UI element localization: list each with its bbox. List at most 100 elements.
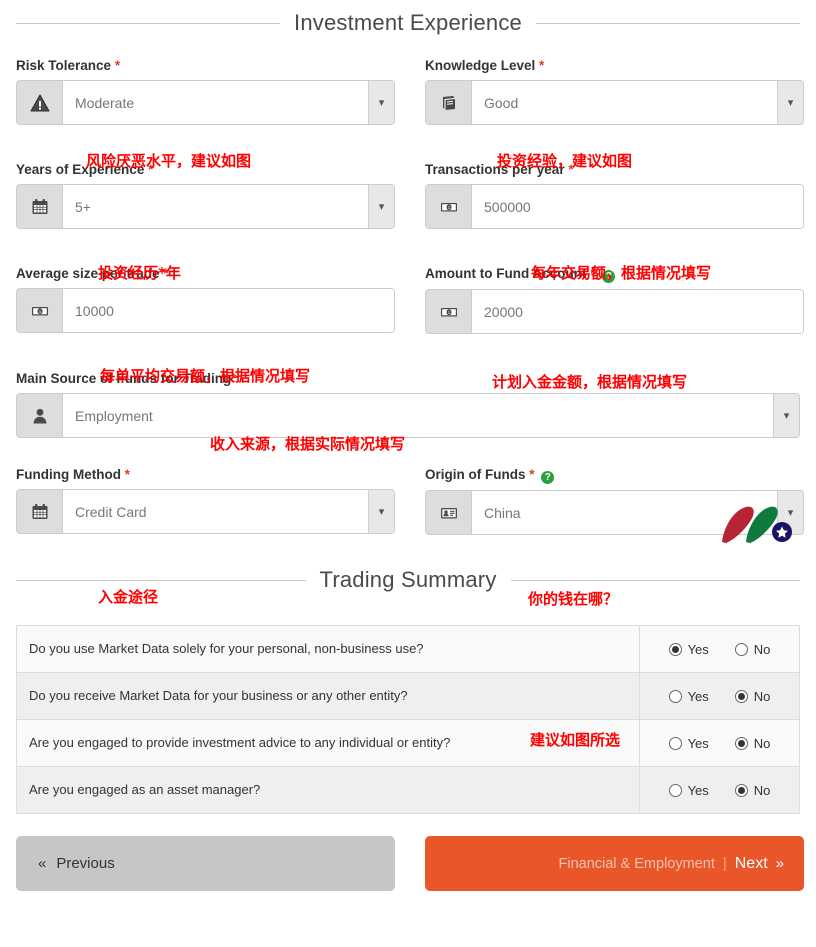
investment-experience-form-page: Investment Experience Risk Tolerance * M… bbox=[0, 10, 816, 947]
label-average-size-per-trade: Average size per trade * bbox=[16, 266, 395, 282]
field-years-of-experience: Years of Experience * 5+ ▾ bbox=[16, 162, 395, 229]
required-marker: * bbox=[539, 58, 545, 73]
label-text-risk-tolerance: Risk Tolerance bbox=[16, 58, 112, 73]
radio-no-label: No bbox=[753, 641, 771, 657]
chevron-left-icon: « bbox=[38, 855, 47, 872]
help-icon[interactable]: ? bbox=[602, 270, 616, 283]
average-size-per-trade-value[interactable]: 10000 bbox=[63, 289, 394, 332]
origin-of-funds-select[interactable]: China ▾ bbox=[425, 490, 804, 535]
label-main-source-of-funds: Main Source of Funds for Trading* bbox=[16, 371, 800, 387]
section-header-trading-summary: Trading Summary bbox=[0, 567, 816, 593]
main-source-of-funds-value[interactable]: Employment bbox=[63, 394, 773, 437]
answer-cell: Yes No bbox=[639, 719, 800, 767]
label-text-main-source-of-funds: Main Source of Funds for Trading bbox=[16, 371, 232, 386]
label-text-knowledge-level: Knowledge Level bbox=[425, 58, 536, 73]
years-of-experience-value[interactable]: 5+ bbox=[63, 185, 368, 228]
form-area: Risk Tolerance * Moderate ▾ Knowledge Le… bbox=[0, 58, 816, 535]
transactions-per-year-value[interactable]: 500000 bbox=[472, 185, 803, 228]
years-of-experience-select[interactable]: 5+ ▾ bbox=[16, 184, 395, 229]
chevron-down-icon[interactable]: ▾ bbox=[368, 81, 394, 124]
required-marker: * bbox=[529, 467, 535, 482]
radio-yes-indicator[interactable] bbox=[668, 642, 682, 656]
label-risk-tolerance: Risk Tolerance * bbox=[16, 58, 395, 74]
header-rule-left bbox=[16, 579, 306, 581]
risk-tolerance-value[interactable]: Moderate bbox=[63, 81, 368, 124]
next-button-separator: | bbox=[722, 855, 727, 872]
radio-option-no[interactable]: No bbox=[734, 689, 770, 704]
knowledge-level-value[interactable]: Good bbox=[472, 81, 777, 124]
radio-option-yes[interactable]: Yes bbox=[668, 736, 709, 751]
average-size-per-trade-input[interactable]: 1 10000 bbox=[16, 288, 395, 333]
radio-no-label: No bbox=[753, 735, 771, 751]
risk-tolerance-select[interactable]: Moderate ▾ bbox=[16, 80, 395, 125]
chevron-down-icon[interactable]: ▾ bbox=[777, 81, 803, 124]
required-marker: * bbox=[163, 266, 169, 281]
radio-option-no[interactable]: No bbox=[734, 735, 771, 751]
previous-button[interactable]: « Previous bbox=[16, 836, 395, 891]
label-text-funding-method: Funding Method bbox=[16, 467, 121, 482]
next-button-label: Next bbox=[734, 854, 768, 872]
radio-yes-indicator[interactable] bbox=[668, 783, 682, 797]
label-amount-to-fund-account: Amount to Fund Account * ? bbox=[425, 266, 804, 283]
required-marker: * bbox=[231, 371, 237, 386]
radio-option-yes[interactable]: Yes bbox=[668, 782, 709, 798]
chevron-down-icon[interactable]: ▾ bbox=[368, 185, 394, 228]
help-icon[interactable]: ? bbox=[541, 471, 555, 484]
label-text-origin-of-funds: Origin of Funds bbox=[425, 467, 526, 482]
question-text: Are you engaged as an asset manager? bbox=[29, 782, 261, 797]
question-cell: Are you engaged as an asset manager? bbox=[16, 766, 640, 814]
funding-method-select[interactable]: Credit Card ▾ bbox=[16, 489, 395, 534]
calendar-icon bbox=[17, 490, 63, 533]
label-transactions-per-year: Transactions per year * bbox=[425, 162, 804, 178]
radio-yes-indicator[interactable] bbox=[668, 689, 682, 703]
radio-no-indicator[interactable] bbox=[734, 736, 748, 750]
transactions-per-year-input[interactable]: 1 500000 bbox=[425, 184, 804, 229]
radio-yes-label: Yes bbox=[687, 782, 709, 798]
field-transactions-per-year: Transactions per year * 1 500000 bbox=[425, 162, 804, 229]
question-text: Do you receive Market Data for your busi… bbox=[29, 688, 408, 703]
radio-yes-indicator[interactable] bbox=[668, 736, 682, 750]
form-row-2: Years of Experience * 5+ ▾ Transactions … bbox=[16, 162, 804, 229]
money-icon: 1 bbox=[426, 185, 472, 228]
trading-summary-tbody: Do you use Market Data solely for your p… bbox=[16, 625, 800, 814]
radio-option-yes[interactable]: Yes bbox=[668, 642, 709, 657]
form-row-1: Risk Tolerance * Moderate ▾ Knowledge Le… bbox=[16, 58, 804, 125]
book-icon bbox=[426, 81, 472, 124]
label-knowledge-level: Knowledge Level * bbox=[425, 58, 804, 74]
required-marker: * bbox=[124, 467, 130, 482]
money-icon: 1 bbox=[17, 289, 63, 332]
section-title-trading-summary: Trading Summary bbox=[319, 567, 497, 592]
main-source-of-funds-select[interactable]: Employment ▾ bbox=[16, 393, 800, 438]
next-button[interactable]: Financial & Employment | Next » bbox=[425, 836, 804, 891]
question-cell: Do you receive Market Data for your busi… bbox=[16, 672, 640, 720]
amount-to-fund-account-value[interactable]: 20000 bbox=[472, 290, 803, 333]
header-rule-left bbox=[16, 22, 281, 24]
knowledge-level-select[interactable]: Good ▾ bbox=[425, 80, 804, 125]
radio-no-indicator[interactable] bbox=[734, 783, 748, 797]
question-cell: Are you engaged to provide investment ad… bbox=[16, 719, 640, 767]
radio-no-indicator[interactable] bbox=[734, 642, 748, 656]
chevron-down-icon[interactable]: ▾ bbox=[777, 491, 803, 534]
funding-method-value[interactable]: Credit Card bbox=[63, 490, 368, 533]
origin-of-funds-value[interactable]: China bbox=[472, 491, 777, 534]
previous-button-label: Previous bbox=[56, 855, 115, 872]
label-funding-method: Funding Method * bbox=[16, 467, 395, 483]
field-funding-method: Funding Method * Credit Card ▾ bbox=[16, 467, 395, 535]
required-marker: * bbox=[148, 162, 154, 177]
radio-option-yes[interactable]: Yes bbox=[668, 689, 709, 704]
radio-group: Yes No bbox=[640, 642, 799, 657]
radio-option-no[interactable]: No bbox=[734, 782, 771, 798]
chevron-down-icon[interactable]: ▾ bbox=[773, 394, 799, 437]
radio-no-label: No bbox=[753, 782, 771, 798]
radio-option-no[interactable]: No bbox=[734, 641, 771, 657]
field-average-size-per-trade: Average size per trade * 1 10000 bbox=[16, 266, 395, 334]
radio-group: Yes No bbox=[640, 736, 799, 751]
table-row: Are you engaged to provide investment ad… bbox=[16, 719, 800, 767]
trading-summary-table: Do you use Market Data solely for your p… bbox=[16, 625, 800, 814]
chevron-right-icon: » bbox=[775, 855, 784, 872]
amount-to-fund-account-input[interactable]: 1 20000 bbox=[425, 289, 804, 334]
form-row-4: Main Source of Funds for Trading* Employ… bbox=[16, 371, 800, 438]
field-risk-tolerance: Risk Tolerance * Moderate ▾ bbox=[16, 58, 395, 125]
chevron-down-icon[interactable]: ▾ bbox=[368, 490, 394, 533]
radio-no-indicator[interactable] bbox=[734, 689, 748, 703]
